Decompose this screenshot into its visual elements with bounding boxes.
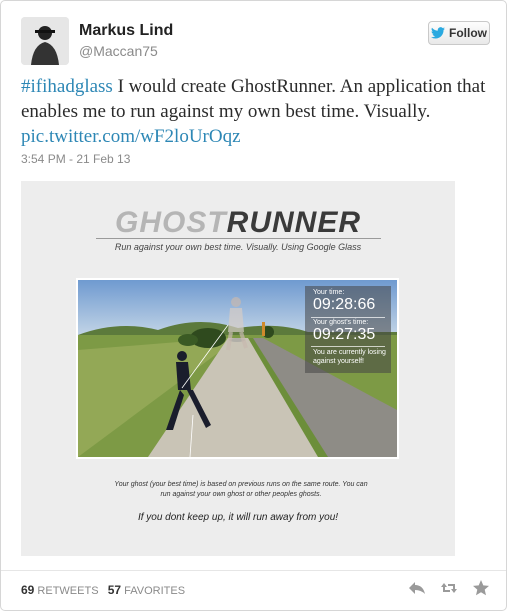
hud-divider [311,346,385,347]
favorite-count[interactable]: 57 FAVORITES [108,583,185,597]
footer-divider [1,570,506,571]
logo-rule [96,238,381,239]
media-tagline: If you dont keep up, it will run away fr… [137,512,339,523]
favorite-star-icon[interactable] [472,579,490,597]
hashtag-link[interactable]: #ifihadglass [21,76,113,97]
avatar[interactable] [21,17,69,65]
your-time-label: Your time: [313,289,345,296]
hud-panel: Your time: 09:28:66 Your ghost's time: 0… [305,286,391,373]
your-time-value: 09:28:66 [313,296,376,313]
user-name[interactable]: Markus Lind [79,22,173,40]
ghost-time-label: Your ghost's time: [313,319,369,326]
tweet-card: Markus Lind @Maccan75 Follow #ifihadglas… [0,0,507,611]
media-subtitle: Run against your own best time. Visually… [114,242,362,252]
timestamp[interactable]: 3:54 PM - 21 Feb 13 [21,152,130,166]
media-logo: GHOSTRUNNER [114,206,361,239]
pic-link[interactable]: pic.twitter.com/wF2loUrOqz [21,126,241,147]
user-handle[interactable]: @Maccan75 [79,43,158,59]
hud-divider [311,317,385,318]
follow-label: Follow [449,26,487,40]
follow-button[interactable]: Follow [428,21,490,45]
media-caption: Your ghost (your best time) is based on … [114,481,368,498]
ghost-time-value: 09:27:35 [313,326,376,343]
twitter-bird-icon [431,27,445,39]
tweet-stats: 69 RETWEETS 57 FAVORITES [21,583,185,597]
hud-note: You are currently losing against yoursel… [313,349,386,365]
media-image[interactable]: GHOSTRUNNER Run against your own best ti… [21,181,455,556]
tweet-text: #ifihadglass I would create GhostRunner.… [21,74,493,149]
retweet-icon[interactable] [440,579,458,597]
retweet-count[interactable]: 69 RETWEETS [21,583,99,597]
running-photo: Your time: 09:28:66 Your ghost's time: 0… [76,278,399,459]
tweet-actions [408,579,490,597]
reply-icon[interactable] [408,579,426,597]
